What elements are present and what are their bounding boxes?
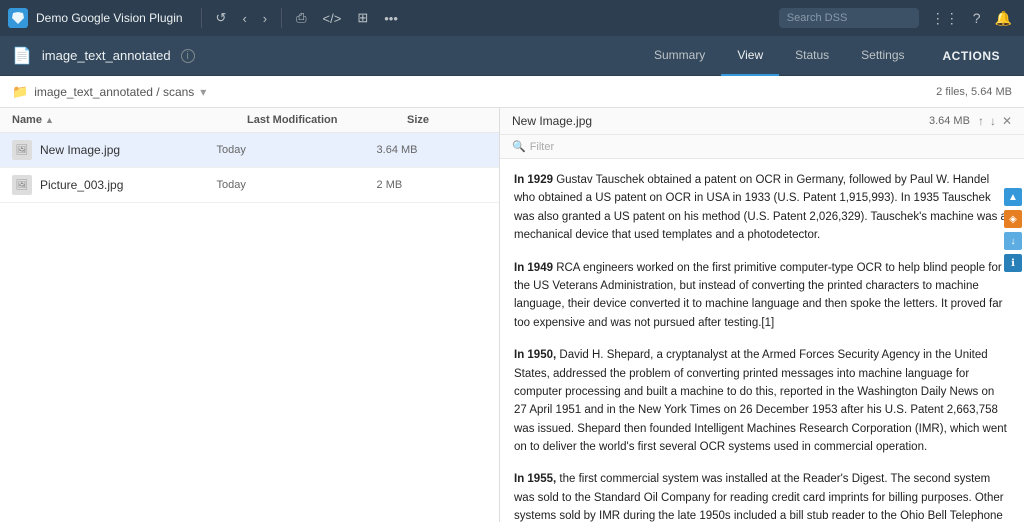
notifications-icon[interactable]: 🔔 [991, 6, 1016, 31]
preview-header: New Image.jpg 3.64 MB ↑ ↓ ✕ [500, 108, 1024, 135]
folder-icon: 📁 [12, 84, 28, 100]
app-logo [8, 8, 28, 28]
file-list-header: Name ▲ Last Modification Size [0, 108, 499, 133]
download-icon[interactable]: ↓ [990, 114, 996, 128]
close-icon[interactable]: ✕ [1002, 114, 1012, 128]
side-toolbar: ▲ ◈ ↓ ℹ [1002, 184, 1024, 276]
search-icon: 🔍 [512, 140, 526, 153]
code-button[interactable]: </> [319, 7, 346, 30]
search-input[interactable] [779, 8, 919, 28]
app-title: Demo Google Vision Plugin [36, 11, 183, 25]
col-name-header[interactable]: Name ▲ [12, 114, 247, 126]
side-tool-info[interactable]: ℹ [1004, 254, 1022, 272]
file-name-cell: New Image.jpg [40, 143, 217, 157]
top-bar-right-actions: ⋮⋮ ? 🔔 [927, 6, 1016, 31]
apps-icon[interactable]: ⋮⋮ [927, 6, 963, 31]
side-tool-orange[interactable]: ◈ [1004, 210, 1022, 228]
print-button[interactable]: ⎙ [292, 6, 310, 30]
file-list-panel: Name ▲ Last Modification Size 🖼 New Imag… [0, 108, 500, 522]
forward-button[interactable]: › [259, 7, 271, 30]
grid-button[interactable]: ⊞ [353, 6, 372, 30]
more-options-button[interactable]: ⋮ [472, 142, 487, 159]
breadcrumb: image_text_annotated / scans [34, 85, 194, 99]
filter-bar: 🔍 [500, 135, 1024, 159]
file-mod-cell: Today [217, 179, 377, 191]
col-size-header[interactable]: Size [407, 114, 487, 126]
back-button[interactable]: ‹ [238, 7, 250, 30]
ocr-paragraph: In 1949 RCA engineers worked on the firs… [514, 259, 1010, 333]
ocr-text-container: In 1929 Gustav Tauschek obtained a paten… [514, 171, 1010, 522]
file-thumbnail: 🖼 [12, 175, 32, 195]
tab-status[interactable]: Status [779, 36, 845, 76]
filter-input[interactable] [530, 141, 1012, 153]
preview-panel: New Image.jpg 3.64 MB ↑ ↓ ✕ 🔍 In 1929 Gu… [500, 108, 1024, 522]
file-header-bar: 📄 image_text_annotated i Summary View St… [0, 36, 1024, 76]
sort-arrow-icon: ▲ [45, 115, 54, 125]
delete-button[interactable]: 🗑 [450, 177, 468, 194]
side-tool-blue[interactable]: ↓ [1004, 232, 1022, 250]
file-type-icon: 📄 [12, 46, 32, 66]
breadcrumb-bar: 📁 image_text_annotated / scans ▾ 2 files… [0, 76, 1024, 108]
file-thumbnail: 🖼 [12, 140, 32, 160]
file-size-cell: 3.64 MB [377, 144, 437, 156]
file-count: 2 files, 5.64 MB [936, 86, 1012, 98]
more-button[interactable]: ••• [380, 7, 402, 30]
file-mod-cell: Today [217, 144, 377, 156]
ocr-paragraph: In 1929 Gustav Tauschek obtained a paten… [514, 171, 1010, 245]
separator2 [281, 8, 282, 28]
main-content: Name ▲ Last Modification Size 🖼 New Imag… [0, 108, 1024, 522]
tab-view[interactable]: View [721, 36, 779, 76]
delete-button[interactable]: 🗑 [450, 142, 468, 159]
separator [201, 8, 202, 28]
tab-summary[interactable]: Summary [638, 36, 721, 76]
download-button[interactable]: ↓ [437, 177, 447, 194]
file-name-cell: Picture_003.jpg [40, 178, 217, 192]
file-name: image_text_annotated [42, 48, 171, 63]
preview-icons: ↑ ↓ ✕ [978, 114, 1012, 128]
refresh-button[interactable]: ↺ [212, 6, 231, 30]
col-mod-header[interactable]: Last Modification [247, 114, 407, 126]
side-tool-up[interactable]: ▲ [1004, 188, 1022, 206]
download-button[interactable]: ↓ [437, 142, 447, 159]
more-options-button[interactable]: ⋮ [472, 177, 487, 194]
ocr-content: In 1929 Gustav Tauschek obtained a paten… [500, 159, 1024, 522]
help-icon[interactable]: ? [969, 6, 985, 30]
preview-file-name: New Image.jpg [512, 114, 921, 128]
right-content-wrapper: New Image.jpg 3.64 MB ↑ ↓ ✕ 🔍 In 1929 Gu… [500, 108, 1024, 522]
preview-file-size: 3.64 MB [929, 115, 970, 127]
tab-bar: Summary View Status Settings [638, 36, 921, 76]
ocr-paragraph: In 1955, the first commercial system was… [514, 470, 1010, 522]
ocr-paragraph: In 1950, David H. Shepard, a cryptanalys… [514, 346, 1010, 456]
upload-icon[interactable]: ↑ [978, 114, 984, 128]
breadcrumb-chevron: ▾ [200, 85, 206, 99]
info-icon[interactable]: i [181, 49, 195, 63]
tab-settings[interactable]: Settings [845, 36, 920, 76]
file-row[interactable]: 🖼 New Image.jpg Today 3.64 MB ↓ 🗑 ⋮ [0, 133, 499, 168]
file-size-cell: 2 MB [377, 179, 437, 191]
file-row[interactable]: 🖼 Picture_003.jpg Today 2 MB ↓ 🗑 ⋮ [0, 168, 499, 203]
top-bar: Demo Google Vision Plugin ↺ ‹ › ⎙ </> ⊞ … [0, 0, 1024, 36]
actions-button[interactable]: ACTIONS [931, 49, 1013, 63]
